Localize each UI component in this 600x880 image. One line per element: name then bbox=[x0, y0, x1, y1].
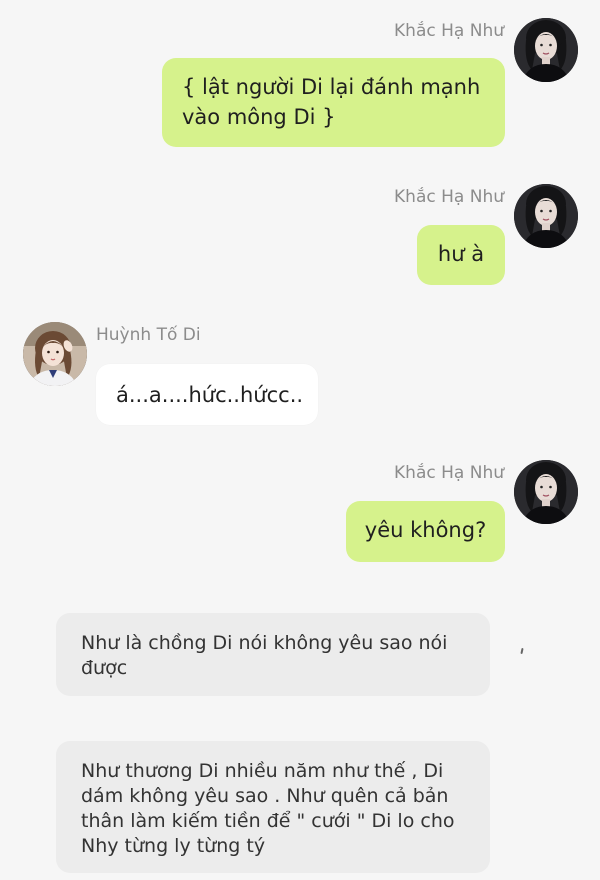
message-bubble-received[interactable]: á...a....hức..hứcc.. bbox=[96, 364, 318, 425]
message-bubble-sent[interactable]: { lật người Di lại đánh mạnh vào mông Di… bbox=[162, 58, 505, 147]
girl-with-braids-avatar-icon[interactable] bbox=[23, 322, 87, 386]
message-text: yêu không? bbox=[364, 518, 487, 542]
message-bubble-sent[interactable]: yêu không? bbox=[346, 501, 505, 562]
sender-name: Khắc Hạ Như bbox=[394, 463, 504, 483]
sender-name: Khắc Hạ Như bbox=[394, 21, 504, 41]
narration-bubble[interactable]: Như là chồng Di nói không yêu sao nói đư… bbox=[56, 613, 490, 696]
dark-haired-woman-avatar-icon[interactable] bbox=[514, 460, 578, 524]
sender-name: Huỳnh Tố Di bbox=[96, 325, 201, 345]
stray-mark bbox=[520, 647, 524, 655]
message-bubble-sent[interactable]: hư à bbox=[417, 225, 505, 285]
sender-name: Khắc Hạ Như bbox=[394, 187, 504, 207]
dark-haired-woman-avatar-icon[interactable] bbox=[514, 184, 578, 248]
message-text: á...a....hức..hứcc.. bbox=[116, 383, 304, 407]
narration-text: Như là chồng Di nói không yêu sao nói đư… bbox=[81, 632, 448, 679]
narration-bubble[interactable]: Như thương Di nhiều năm như thế , Di dám… bbox=[56, 741, 490, 873]
message-text: { lật người Di lại đánh mạnh vào mông Di… bbox=[182, 75, 481, 129]
message-text: hư à bbox=[437, 242, 485, 266]
narration-text: Như thương Di nhiều năm như thế , Di dám… bbox=[81, 760, 455, 857]
dark-haired-woman-avatar-icon[interactable] bbox=[514, 18, 578, 82]
